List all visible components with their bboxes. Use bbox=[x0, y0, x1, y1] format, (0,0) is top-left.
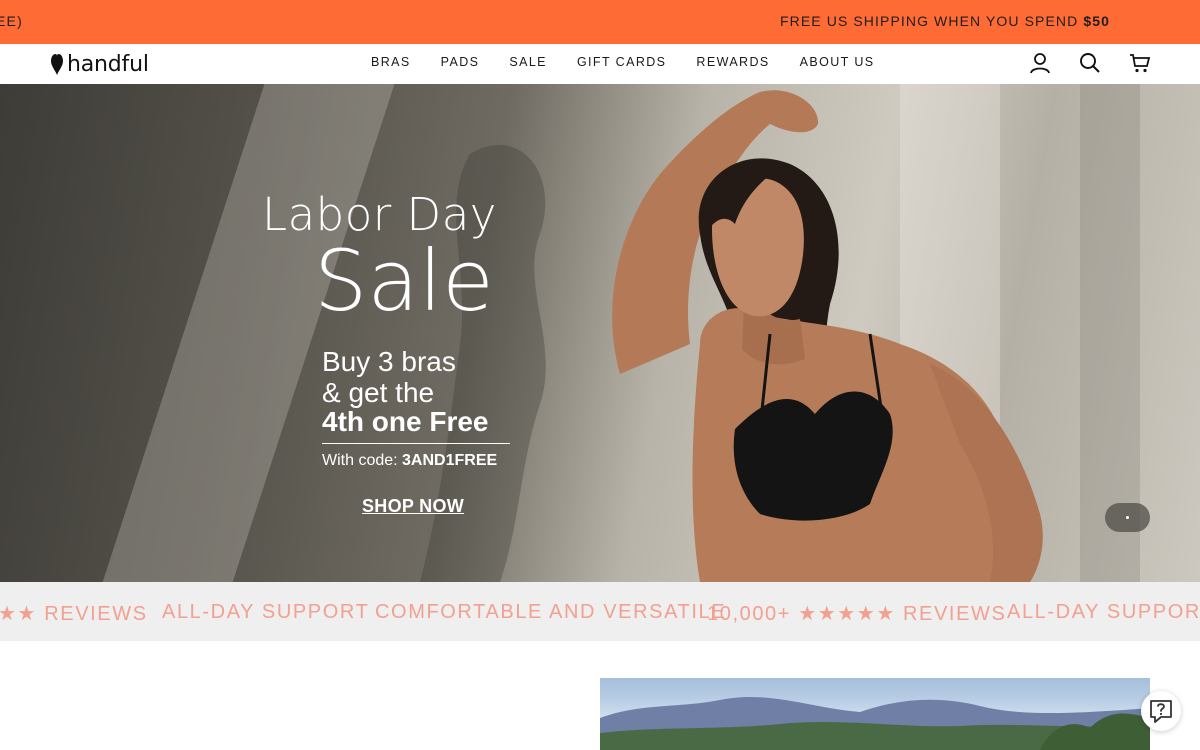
shop-now-link[interactable]: SHOP NOW bbox=[362, 496, 464, 517]
main-nav: BRAS PADS SALE GIFT CARDS REWARDS ABOUT … bbox=[371, 55, 875, 69]
search-icon[interactable] bbox=[1079, 52, 1101, 74]
marquee-item: 10,000+ ★★★★★ REVIEWS bbox=[707, 603, 1007, 625]
logo-text: handful bbox=[67, 51, 149, 77]
account-icon[interactable] bbox=[1029, 52, 1051, 74]
marquee-item: ALL-DAY SUPPORT bbox=[1007, 601, 1200, 623]
hero-offer-line-3: 4th one Free bbox=[322, 406, 489, 437]
mountain-landscape-image bbox=[600, 678, 1150, 750]
help-chat-icon bbox=[1150, 700, 1172, 723]
announcement-shipping-amount: $50 bbox=[1083, 13, 1110, 29]
announcement-left-text: EE) bbox=[0, 13, 23, 29]
site-header: handful BRAS PADS SALE GIFT CARDS REWARD… bbox=[0, 44, 1200, 84]
hero-promo-code: With code: 3AND1FREE bbox=[322, 452, 497, 470]
cart-icon[interactable] bbox=[1129, 52, 1151, 74]
marquee-item: COMFORTABLE AND VERSATILE bbox=[375, 601, 727, 623]
marquee-item: ALL-DAY SUPPORT bbox=[162, 601, 370, 623]
nav-item-pads[interactable]: PADS bbox=[441, 55, 480, 69]
logo-heart-icon bbox=[51, 54, 63, 75]
announcement-shipping-text: FREE US SHIPPING WHEN YOU SPEND $50 bbox=[780, 13, 1110, 29]
hero-banner[interactable]: Labor Day Sale Buy 3 bras & get the 4th … bbox=[0, 84, 1200, 582]
hero-offer-line-2: & get the bbox=[322, 377, 435, 408]
promo-code-value: 3AND1FREE bbox=[402, 452, 498, 469]
mountain-landscape-graphic bbox=[600, 697, 1150, 750]
slider-dot[interactable] bbox=[1126, 516, 1129, 519]
help-chat-button[interactable] bbox=[1141, 691, 1181, 731]
hero-offer: Buy 3 bras & get the bbox=[322, 346, 456, 408]
announcement-bar: EE) FREE US SHIPPING WHEN YOU SPEND $50 bbox=[0, 0, 1200, 44]
nav-item-rewards[interactable]: REWARDS bbox=[696, 55, 769, 69]
hero-offer-line-1: Buy 3 bras bbox=[322, 346, 456, 377]
logo[interactable]: handful bbox=[50, 50, 149, 78]
hero-divider bbox=[322, 443, 510, 444]
hero-title-line-2: Sale bbox=[314, 232, 494, 330]
promo-code-prefix: With code: bbox=[322, 452, 403, 469]
nav-item-bras[interactable]: BRAS bbox=[371, 55, 411, 69]
nav-item-gift-cards[interactable]: GIFT CARDS bbox=[577, 55, 666, 69]
nav-item-sale[interactable]: SALE bbox=[509, 55, 547, 69]
model-photo bbox=[420, 90, 1043, 582]
nav-item-about-us[interactable]: ABOUT US bbox=[800, 55, 875, 69]
marquee-item: ★★ REVIEWS bbox=[0, 603, 148, 625]
benefits-marquee: ★★ REVIEWS ALL-DAY SUPPORT COMFORTABLE A… bbox=[0, 582, 1200, 641]
slider-pagination[interactable] bbox=[1105, 503, 1150, 532]
announcement-shipping-prefix: FREE US SHIPPING WHEN YOU SPEND bbox=[780, 13, 1084, 29]
